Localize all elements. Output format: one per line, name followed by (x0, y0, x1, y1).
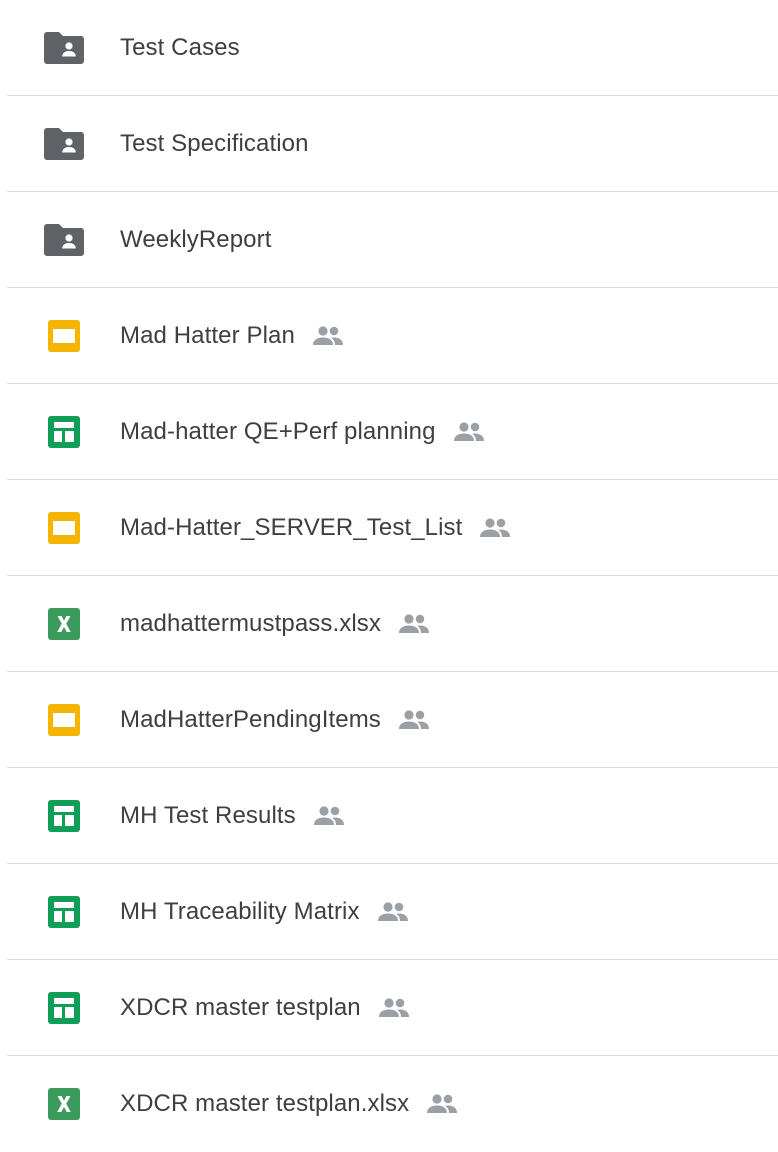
shared-folder-icon (44, 126, 84, 162)
sheets-icon (44, 990, 84, 1026)
shared-people-icon (311, 325, 345, 347)
file-name: Mad Hatter Plan (120, 322, 345, 350)
shared-people-icon (478, 517, 512, 539)
file-name: XDCR master testplan.xlsx (120, 1090, 459, 1118)
file-row[interactable]: XDCR master testplan.xlsx (0, 1056, 778, 1152)
file-row[interactable]: MH Traceability Matrix (0, 864, 778, 960)
slides-icon (44, 702, 84, 738)
shared-people-icon (397, 613, 431, 635)
file-name: MadHatterPendingItems (120, 706, 431, 734)
file-name-label: MH Traceability Matrix (120, 898, 360, 925)
file-row[interactable]: Mad-hatter QE+Perf planning (0, 384, 778, 480)
file-name-label: Mad Hatter Plan (120, 322, 295, 349)
file-name: Mad-hatter QE+Perf planning (120, 418, 486, 446)
file-row[interactable]: Mad-Hatter_SERVER_Test_List (0, 480, 778, 576)
file-name-label: MH Test Results (120, 802, 296, 829)
file-name-label: XDCR master testplan (120, 994, 361, 1021)
file-row[interactable]: MadHatterPendingItems (0, 672, 778, 768)
excel-icon (44, 1086, 84, 1122)
slides-icon (44, 318, 84, 354)
file-row[interactable]: WeeklyReport (0, 192, 778, 288)
shared-people-icon (376, 901, 410, 923)
file-row[interactable]: Test Specification (0, 96, 778, 192)
sheets-icon (44, 798, 84, 834)
sheets-icon (44, 894, 84, 930)
file-name: MH Test Results (120, 802, 346, 830)
file-name: XDCR master testplan (120, 994, 411, 1022)
shared-people-icon (377, 997, 411, 1019)
file-name-label: Test Cases (120, 34, 240, 61)
file-name: WeeklyReport (120, 226, 271, 254)
file-name-label: Test Specification (120, 130, 309, 157)
file-name: MH Traceability Matrix (120, 898, 410, 926)
file-list: Test Cases Test Specification WeeklyRepo… (0, 0, 778, 1152)
file-row[interactable]: MH Test Results (0, 768, 778, 864)
file-row[interactable]: XDCR master testplan (0, 960, 778, 1056)
file-name: Test Cases (120, 34, 240, 62)
shared-folder-icon (44, 30, 84, 66)
file-name: madhattermustpass.xlsx (120, 610, 431, 638)
excel-icon (44, 606, 84, 642)
file-name: Test Specification (120, 130, 309, 158)
file-name-label: Mad-hatter QE+Perf planning (120, 418, 436, 445)
file-name-label: madhattermustpass.xlsx (120, 610, 381, 637)
file-row[interactable]: Mad Hatter Plan (0, 288, 778, 384)
slides-icon (44, 510, 84, 546)
file-name-label: WeeklyReport (120, 226, 272, 253)
sheets-icon (44, 414, 84, 450)
shared-folder-icon (44, 222, 84, 258)
file-row[interactable]: Test Cases (0, 0, 778, 96)
shared-people-icon (312, 805, 346, 827)
shared-people-icon (397, 709, 431, 731)
file-row[interactable]: madhattermustpass.xlsx (0, 576, 778, 672)
shared-people-icon (425, 1093, 459, 1115)
shared-people-icon (452, 421, 486, 443)
file-name-label: XDCR master testplan.xlsx (120, 1090, 410, 1117)
file-name-label: MadHatterPendingItems (120, 706, 381, 733)
file-name-label: Mad-Hatter_SERVER_Test_List (120, 514, 463, 541)
file-name: Mad-Hatter_SERVER_Test_List (120, 514, 512, 542)
